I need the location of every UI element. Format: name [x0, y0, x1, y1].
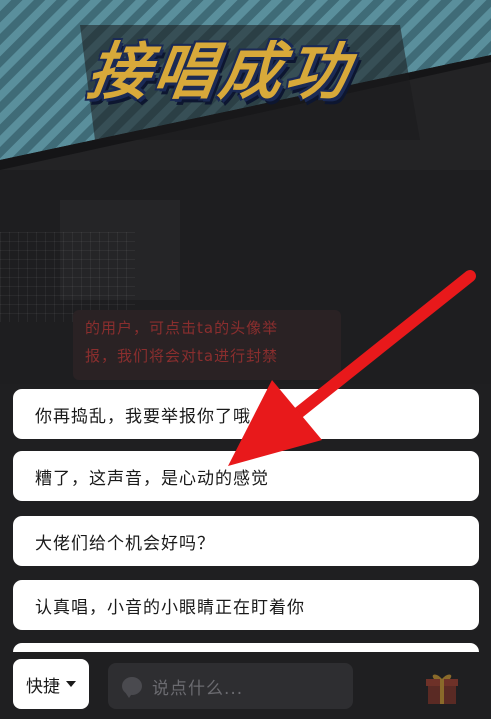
quick-button-label: 快捷: [26, 676, 60, 697]
chat-bubble-icon: [122, 677, 142, 698]
quick-phrase-item[interactable]: 你再捣乱，我要举报你了哦: [13, 389, 479, 439]
quick-phrase-item[interactable]: 认真唱，小音的小眼睛正在盯着你: [13, 580, 479, 630]
gift-icon[interactable]: [424, 670, 460, 706]
caret-down-icon: [66, 681, 76, 687]
chat-input[interactable]: 说点什么...: [108, 663, 353, 709]
quick-phrase-item[interactable]: 大佬们给个机会好吗？: [13, 516, 479, 566]
banner-title: 接唱成功: [82, 35, 358, 108]
notice-line-2: 报，我们将会对ta进行封禁: [85, 347, 279, 365]
report-notice: 的用户，可点击ta的头像举 报，我们将会对ta进行封禁: [73, 310, 341, 380]
success-banner: 接唱成功: [0, 0, 491, 170]
notice-line-1: 的用户，可点击ta的头像举: [85, 319, 279, 337]
quick-phrase-button[interactable]: 快捷: [13, 659, 89, 709]
background-grid: [0, 232, 135, 322]
quick-phrase-item[interactable]: 糟了，这声音，是心动的感觉: [13, 451, 479, 501]
chat-input-placeholder: 说点什么...: [152, 678, 244, 699]
